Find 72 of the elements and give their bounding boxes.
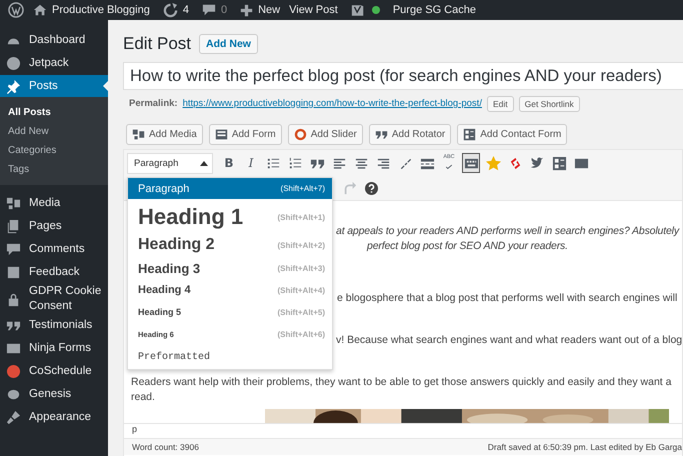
permalink-button[interactable]: Get Shortlink bbox=[518, 96, 580, 112]
paragraph-text: v! Because what search engines want and what readers want out of a blog bbox=[336, 334, 682, 346]
format-option[interactable]: Heading 2 (Shift+Alt+2) bbox=[128, 233, 332, 257]
help-icon[interactable] bbox=[365, 182, 378, 194]
plus-icon[interactable] bbox=[240, 4, 254, 16]
sidebar-item[interactable]: Pages bbox=[0, 215, 108, 238]
permalink-link[interactable]: https://www.productiveblogging.com/how-to-write-the-perfect-blog-post/ bbox=[182, 98, 482, 109]
permalink-button[interactable]: Edit bbox=[486, 96, 514, 112]
updates-count[interactable]: 4 bbox=[182, 4, 189, 16]
sidebar-item[interactable]: Feedback bbox=[0, 261, 108, 284]
sidebar-item[interactable]: Comments bbox=[0, 238, 108, 261]
new-link[interactable]: New bbox=[258, 4, 280, 16]
italic-button[interactable]: I bbox=[242, 153, 260, 173]
seo-plugin-icon[interactable] bbox=[350, 2, 365, 18]
sidebar-item[interactable]: GDPR Cookie Consent bbox=[0, 284, 108, 314]
media-icon bbox=[6, 196, 21, 211]
format-option[interactable]: Heading 3 (Shift+Alt+3) bbox=[128, 257, 332, 279]
word-count: Word count: 3906 bbox=[132, 442, 199, 452]
refresh-icon[interactable] bbox=[162, 2, 178, 18]
intro-text: at appeals to your readers AND performs well in search engines? Absolutely bbox=[336, 225, 679, 237]
media-button[interactable]: Add Contact Form bbox=[457, 124, 568, 145]
circle-icon bbox=[6, 56, 21, 71]
submenu-item[interactable]: Add New bbox=[0, 122, 108, 141]
draft-status: Draft saved at 6:50:39 pm. Last edited by Eb Garga bbox=[488, 442, 682, 452]
status-dot bbox=[372, 6, 380, 14]
sidebar-item[interactable]: Media bbox=[0, 192, 108, 215]
permalink-label: Permalink: bbox=[129, 98, 178, 109]
view-post-link[interactable]: View Post bbox=[289, 4, 338, 16]
sidebar-item[interactable]: CoSchedule bbox=[0, 360, 108, 383]
title-field[interactable]: How to write the perfect blog post (for search engines AND your readers) bbox=[123, 62, 683, 90]
sidebar-item[interactable]: Testimonials bbox=[0, 314, 108, 337]
bold-button[interactable]: B bbox=[220, 153, 238, 173]
paragraph-text: read. bbox=[131, 391, 155, 403]
lock-icon bbox=[6, 292, 21, 306]
add-new-button[interactable]: Add New bbox=[199, 34, 258, 54]
media-button[interactable]: Add Rotator bbox=[368, 124, 452, 145]
pin-icon bbox=[6, 78, 21, 94]
format-option[interactable]: Paragraph (Shift+Alt+7) bbox=[128, 178, 332, 199]
format-option[interactable]: Heading 4 (Shift+Alt+4) bbox=[128, 279, 332, 301]
media-button[interactable]: Add Media bbox=[126, 124, 203, 145]
comments-count[interactable]: 0 bbox=[220, 4, 228, 16]
sidebar-item[interactable]: Posts bbox=[0, 75, 108, 97]
page-title: Edit Post bbox=[123, 34, 192, 54]
format-option[interactable]: Heading 5 (Shift+Alt+5) bbox=[128, 301, 332, 323]
caret-icon bbox=[200, 160, 208, 166]
format-dropdown[interactable]: Paragraph bbox=[127, 152, 213, 174]
speech-bubble-icon[interactable] bbox=[202, 3, 216, 17]
format-option[interactable]: Heading 1 (Shift+Alt+1) bbox=[128, 201, 332, 233]
paragraph-text: e blogosphere that a blog post that performs well with search engines will bbox=[337, 292, 678, 304]
format-option[interactable]: Preformatted bbox=[128, 345, 332, 369]
keyboard-icon[interactable] bbox=[462, 153, 480, 173]
wordpress-logo-icon[interactable] bbox=[8, 2, 24, 18]
media-button[interactable]: Add Slider bbox=[288, 124, 363, 145]
submenu-item[interactable]: Categories bbox=[0, 141, 108, 160]
speech-bubble-icon bbox=[6, 242, 21, 257]
home-icon[interactable] bbox=[33, 3, 47, 17]
paragraph-text: Readers want help with their problems, they want to be able to get those answers quickly and easily and they want a bbox=[131, 376, 672, 388]
intro-text: perfect blog post for SEO AND your readers. bbox=[367, 240, 568, 252]
sidebar-item[interactable]: Ninja Forms bbox=[0, 337, 108, 360]
media-button[interactable]: Add Form bbox=[208, 124, 282, 145]
pages-icon bbox=[6, 219, 21, 234]
ring-icon bbox=[294, 128, 307, 141]
submenu-item[interactable]: Tags bbox=[0, 160, 108, 179]
purge-cache-link[interactable]: Purge SG Cache bbox=[392, 4, 476, 16]
sidebar-item[interactable]: Jetpack bbox=[0, 52, 108, 75]
sidebar-item[interactable]: Dashboard bbox=[0, 29, 108, 52]
media-icon bbox=[132, 128, 145, 141]
site-name-link[interactable]: Productive Blogging bbox=[52, 4, 150, 16]
brush-icon bbox=[6, 410, 21, 425]
submenu-item[interactable]: All Posts bbox=[0, 103, 108, 122]
sidebar-item[interactable]: Appearance bbox=[0, 406, 108, 429]
sidebar-item[interactable]: Genesis bbox=[0, 383, 108, 406]
